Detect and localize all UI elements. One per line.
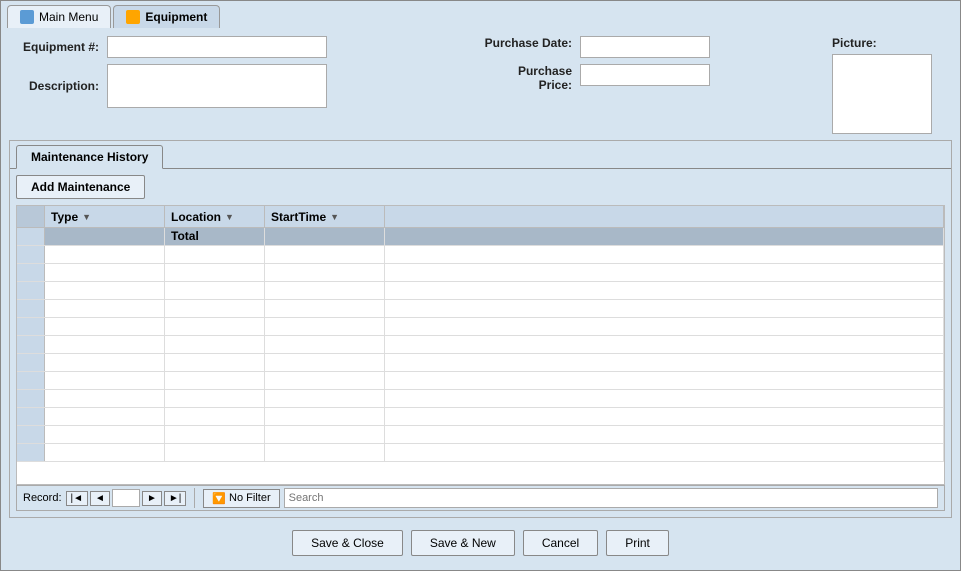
tab-equipment-label: Equipment <box>145 10 207 24</box>
print-button[interactable]: Print <box>606 530 669 556</box>
grid-total-rest <box>385 228 944 245</box>
equipment-number-input[interactable] <box>107 36 327 58</box>
maintenance-history-tab[interactable]: Maintenance History <box>16 145 163 169</box>
maintenance-section: Maintenance History Add Maintenance Type… <box>9 140 952 518</box>
purchase-date-input[interactable] <box>580 36 710 58</box>
nav-next-button[interactable]: ► <box>142 491 162 506</box>
purchase-price-input[interactable] <box>580 64 710 86</box>
grid-total-selector <box>17 228 45 245</box>
table-row <box>17 318 944 336</box>
table-row <box>17 408 944 426</box>
description-label: Description: <box>9 79 99 93</box>
grid-header-location[interactable]: Location ▼ <box>165 206 265 227</box>
status-bar: Record: |◄ ◄ ► ►| 🔽 No Filter <box>16 485 945 511</box>
form-top: Equipment #: Description: Purchase Date:… <box>9 36 952 134</box>
table-row <box>17 246 944 264</box>
maintenance-tab-header: Maintenance History <box>10 141 951 168</box>
search-input[interactable] <box>284 488 938 508</box>
maintenance-tab-body: Add Maintenance Type ▼ Location ▼ <box>10 168 951 517</box>
table-row <box>17 354 944 372</box>
main-content: Equipment #: Description: Purchase Date:… <box>1 28 960 570</box>
main-menu-icon <box>20 10 34 24</box>
table-row <box>17 282 944 300</box>
form-fields-left: Equipment #: Description: <box>9 36 472 108</box>
grid-header: Type ▼ Location ▼ StartTime ▼ <box>17 206 944 228</box>
nav-prev-button[interactable]: ◄ <box>90 491 110 506</box>
grid-header-type-label: Type <box>51 210 78 224</box>
form-fields-right: Purchase Date: Purchase Price: <box>482 36 822 92</box>
no-filter-button[interactable]: 🔽 No Filter <box>203 489 279 508</box>
grid-total-starttime <box>265 228 385 245</box>
grid-header-starttime[interactable]: StartTime ▼ <box>265 206 385 227</box>
maintenance-history-tab-label: Maintenance History <box>31 150 148 164</box>
save-new-button[interactable]: Save & New <box>411 530 515 556</box>
tab-main-menu[interactable]: Main Menu <box>7 5 111 28</box>
grid-total-row: Total <box>17 228 944 246</box>
grid-header-starttime-label: StartTime <box>271 210 326 224</box>
table-row <box>17 372 944 390</box>
tab-equipment[interactable]: Equipment <box>113 5 220 28</box>
table-row <box>17 264 944 282</box>
equipment-icon <box>126 10 140 24</box>
title-bar: Main Menu Equipment <box>1 1 960 28</box>
nav-last-button[interactable]: ►| <box>164 491 187 506</box>
save-close-button[interactable]: Save & Close <box>292 530 403 556</box>
cancel-button[interactable]: Cancel <box>523 530 598 556</box>
grid-row-selector-header <box>17 206 45 227</box>
purchase-date-label: Purchase Date: <box>482 36 572 50</box>
grid-total-label: Total <box>171 229 199 243</box>
purchase-date-row: Purchase Date: <box>482 36 822 58</box>
table-row <box>17 300 944 318</box>
equipment-number-label: Equipment #: <box>9 40 99 54</box>
grid-sort-location-icon: ▼ <box>225 212 234 222</box>
record-navigation: |◄ ◄ ► ►| <box>66 489 187 507</box>
picture-section: Picture: <box>832 36 952 134</box>
picture-box <box>832 54 932 134</box>
nav-first-button[interactable]: |◄ <box>66 491 89 506</box>
add-maintenance-button[interactable]: Add Maintenance <box>16 175 145 199</box>
table-row <box>17 426 944 444</box>
grid-header-location-label: Location <box>171 210 221 224</box>
description-row: Description: <box>9 64 472 108</box>
status-divider <box>194 488 195 508</box>
record-number-input[interactable] <box>112 489 140 507</box>
filter-icon: 🔽 <box>212 492 226 505</box>
purchase-price-label: Purchase Price: <box>482 64 572 92</box>
grid-sort-starttime-icon: ▼ <box>330 212 339 222</box>
grid-body: Total <box>17 228 944 484</box>
purchase-price-row: Purchase Price: <box>482 64 822 92</box>
table-row <box>17 444 944 462</box>
tab-main-menu-label: Main Menu <box>39 10 98 24</box>
maintenance-grid: Type ▼ Location ▼ StartTime ▼ <box>16 205 945 485</box>
grid-header-type[interactable]: Type ▼ <box>45 206 165 227</box>
grid-sort-type-icon: ▼ <box>82 212 91 222</box>
table-row <box>17 390 944 408</box>
bottom-bar: Save & Close Save & New Cancel Print <box>9 524 952 562</box>
grid-total-location: Total <box>165 228 265 245</box>
table-row <box>17 336 944 354</box>
picture-label: Picture: <box>832 36 877 50</box>
grid-header-rest <box>385 206 944 227</box>
description-input[interactable] <box>107 64 327 108</box>
no-filter-label: No Filter <box>229 492 271 504</box>
grid-total-type <box>45 228 165 245</box>
record-label: Record: <box>23 492 62 504</box>
equipment-number-row: Equipment #: <box>9 36 472 58</box>
